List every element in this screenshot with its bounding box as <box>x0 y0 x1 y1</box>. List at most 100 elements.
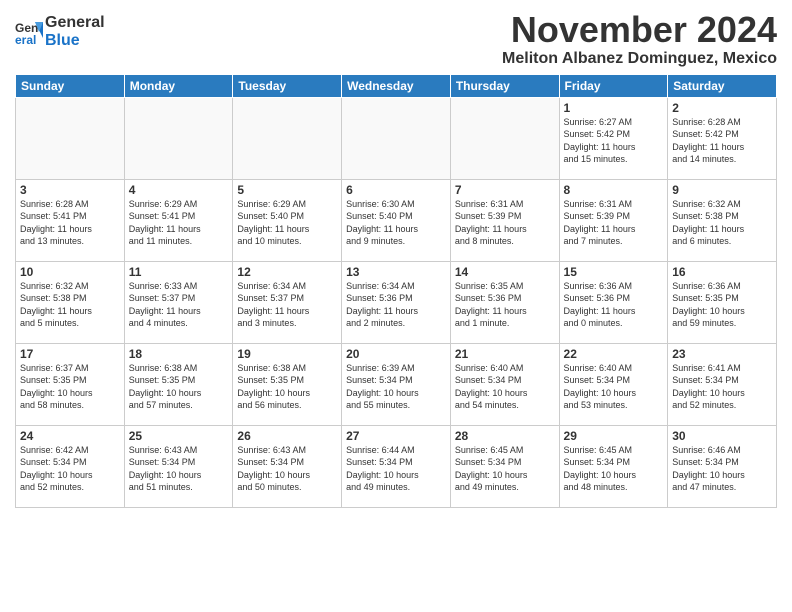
col-monday: Monday <box>124 74 233 97</box>
day-info: Sunrise: 6:36 AM Sunset: 5:35 PM Dayligh… <box>672 280 772 330</box>
day-info: Sunrise: 6:35 AM Sunset: 5:36 PM Dayligh… <box>455 280 555 330</box>
day-number: 10 <box>20 265 120 279</box>
col-thursday: Thursday <box>450 74 559 97</box>
day-info: Sunrise: 6:42 AM Sunset: 5:34 PM Dayligh… <box>20 444 120 494</box>
calendar-week-5: 24Sunrise: 6:42 AM Sunset: 5:34 PM Dayli… <box>16 425 777 507</box>
calendar-table: Sunday Monday Tuesday Wednesday Thursday… <box>15 74 777 508</box>
day-info: Sunrise: 6:28 AM Sunset: 5:42 PM Dayligh… <box>672 116 772 166</box>
day-info: Sunrise: 6:45 AM Sunset: 5:34 PM Dayligh… <box>455 444 555 494</box>
location-title: Meliton Albanez Dominguez, Mexico <box>502 50 777 68</box>
title-block: November 2024 Meliton Albanez Dominguez,… <box>502 10 777 68</box>
day-number: 13 <box>346 265 446 279</box>
table-row: 9Sunrise: 6:32 AM Sunset: 5:38 PM Daylig… <box>668 179 777 261</box>
day-info: Sunrise: 6:41 AM Sunset: 5:34 PM Dayligh… <box>672 362 772 412</box>
day-info: Sunrise: 6:37 AM Sunset: 5:35 PM Dayligh… <box>20 362 120 412</box>
table-row: 14Sunrise: 6:35 AM Sunset: 5:36 PM Dayli… <box>450 261 559 343</box>
table-row: 21Sunrise: 6:40 AM Sunset: 5:34 PM Dayli… <box>450 343 559 425</box>
day-info: Sunrise: 6:29 AM Sunset: 5:41 PM Dayligh… <box>129 198 229 248</box>
day-info: Sunrise: 6:31 AM Sunset: 5:39 PM Dayligh… <box>564 198 664 248</box>
table-row: 8Sunrise: 6:31 AM Sunset: 5:39 PM Daylig… <box>559 179 668 261</box>
table-row: 13Sunrise: 6:34 AM Sunset: 5:36 PM Dayli… <box>342 261 451 343</box>
col-wednesday: Wednesday <box>342 74 451 97</box>
day-number: 3 <box>20 183 120 197</box>
day-info: Sunrise: 6:30 AM Sunset: 5:40 PM Dayligh… <box>346 198 446 248</box>
calendar-week-3: 10Sunrise: 6:32 AM Sunset: 5:38 PM Dayli… <box>16 261 777 343</box>
day-number: 21 <box>455 347 555 361</box>
table-row <box>233 97 342 179</box>
day-number: 4 <box>129 183 229 197</box>
day-number: 6 <box>346 183 446 197</box>
day-info: Sunrise: 6:40 AM Sunset: 5:34 PM Dayligh… <box>564 362 664 412</box>
day-number: 18 <box>129 347 229 361</box>
day-info: Sunrise: 6:31 AM Sunset: 5:39 PM Dayligh… <box>455 198 555 248</box>
col-friday: Friday <box>559 74 668 97</box>
table-row: 3Sunrise: 6:28 AM Sunset: 5:41 PM Daylig… <box>16 179 125 261</box>
calendar-header-row: Sunday Monday Tuesday Wednesday Thursday… <box>16 74 777 97</box>
day-number: 14 <box>455 265 555 279</box>
day-info: Sunrise: 6:34 AM Sunset: 5:36 PM Dayligh… <box>346 280 446 330</box>
day-info: Sunrise: 6:38 AM Sunset: 5:35 PM Dayligh… <box>237 362 337 412</box>
day-number: 9 <box>672 183 772 197</box>
table-row: 24Sunrise: 6:42 AM Sunset: 5:34 PM Dayli… <box>16 425 125 507</box>
day-info: Sunrise: 6:33 AM Sunset: 5:37 PM Dayligh… <box>129 280 229 330</box>
logo: Gen eral General Blue <box>15 14 105 49</box>
day-number: 12 <box>237 265 337 279</box>
table-row: 23Sunrise: 6:41 AM Sunset: 5:34 PM Dayli… <box>668 343 777 425</box>
day-info: Sunrise: 6:44 AM Sunset: 5:34 PM Dayligh… <box>346 444 446 494</box>
table-row: 20Sunrise: 6:39 AM Sunset: 5:34 PM Dayli… <box>342 343 451 425</box>
table-row: 27Sunrise: 6:44 AM Sunset: 5:34 PM Dayli… <box>342 425 451 507</box>
table-row: 10Sunrise: 6:32 AM Sunset: 5:38 PM Dayli… <box>16 261 125 343</box>
table-row: 1Sunrise: 6:27 AM Sunset: 5:42 PM Daylig… <box>559 97 668 179</box>
table-row: 25Sunrise: 6:43 AM Sunset: 5:34 PM Dayli… <box>124 425 233 507</box>
table-row <box>450 97 559 179</box>
calendar-week-1: 1Sunrise: 6:27 AM Sunset: 5:42 PM Daylig… <box>16 97 777 179</box>
day-number: 5 <box>237 183 337 197</box>
day-number: 19 <box>237 347 337 361</box>
svg-text:eral: eral <box>15 33 36 46</box>
day-number: 29 <box>564 429 664 443</box>
day-info: Sunrise: 6:38 AM Sunset: 5:35 PM Dayligh… <box>129 362 229 412</box>
table-row: 22Sunrise: 6:40 AM Sunset: 5:34 PM Dayli… <box>559 343 668 425</box>
day-number: 2 <box>672 101 772 115</box>
col-tuesday: Tuesday <box>233 74 342 97</box>
day-number: 27 <box>346 429 446 443</box>
day-number: 28 <box>455 429 555 443</box>
day-number: 16 <box>672 265 772 279</box>
day-number: 17 <box>20 347 120 361</box>
header: Gen eral General Blue November 2024 Meli… <box>15 10 777 68</box>
day-number: 30 <box>672 429 772 443</box>
col-sunday: Sunday <box>16 74 125 97</box>
day-info: Sunrise: 6:43 AM Sunset: 5:34 PM Dayligh… <box>237 444 337 494</box>
day-number: 22 <box>564 347 664 361</box>
table-row: 28Sunrise: 6:45 AM Sunset: 5:34 PM Dayli… <box>450 425 559 507</box>
day-number: 20 <box>346 347 446 361</box>
table-row: 18Sunrise: 6:38 AM Sunset: 5:35 PM Dayli… <box>124 343 233 425</box>
table-row: 30Sunrise: 6:46 AM Sunset: 5:34 PM Dayli… <box>668 425 777 507</box>
day-number: 11 <box>129 265 229 279</box>
day-number: 8 <box>564 183 664 197</box>
table-row: 7Sunrise: 6:31 AM Sunset: 5:39 PM Daylig… <box>450 179 559 261</box>
col-saturday: Saturday <box>668 74 777 97</box>
day-info: Sunrise: 6:34 AM Sunset: 5:37 PM Dayligh… <box>237 280 337 330</box>
calendar-week-2: 3Sunrise: 6:28 AM Sunset: 5:41 PM Daylig… <box>16 179 777 261</box>
calendar-week-4: 17Sunrise: 6:37 AM Sunset: 5:35 PM Dayli… <box>16 343 777 425</box>
day-info: Sunrise: 6:36 AM Sunset: 5:36 PM Dayligh… <box>564 280 664 330</box>
table-row: 4Sunrise: 6:29 AM Sunset: 5:41 PM Daylig… <box>124 179 233 261</box>
table-row: 15Sunrise: 6:36 AM Sunset: 5:36 PM Dayli… <box>559 261 668 343</box>
day-info: Sunrise: 6:32 AM Sunset: 5:38 PM Dayligh… <box>20 280 120 330</box>
month-title: November 2024 <box>502 10 777 50</box>
logo-text: General Blue <box>45 14 105 49</box>
table-row: 16Sunrise: 6:36 AM Sunset: 5:35 PM Dayli… <box>668 261 777 343</box>
day-info: Sunrise: 6:27 AM Sunset: 5:42 PM Dayligh… <box>564 116 664 166</box>
table-row: 26Sunrise: 6:43 AM Sunset: 5:34 PM Dayli… <box>233 425 342 507</box>
day-info: Sunrise: 6:46 AM Sunset: 5:34 PM Dayligh… <box>672 444 772 494</box>
table-row: 29Sunrise: 6:45 AM Sunset: 5:34 PM Dayli… <box>559 425 668 507</box>
table-row: 19Sunrise: 6:38 AM Sunset: 5:35 PM Dayli… <box>233 343 342 425</box>
day-info: Sunrise: 6:28 AM Sunset: 5:41 PM Dayligh… <box>20 198 120 248</box>
table-row <box>342 97 451 179</box>
table-row <box>16 97 125 179</box>
day-number: 24 <box>20 429 120 443</box>
table-row <box>124 97 233 179</box>
day-number: 25 <box>129 429 229 443</box>
table-row: 12Sunrise: 6:34 AM Sunset: 5:37 PM Dayli… <box>233 261 342 343</box>
